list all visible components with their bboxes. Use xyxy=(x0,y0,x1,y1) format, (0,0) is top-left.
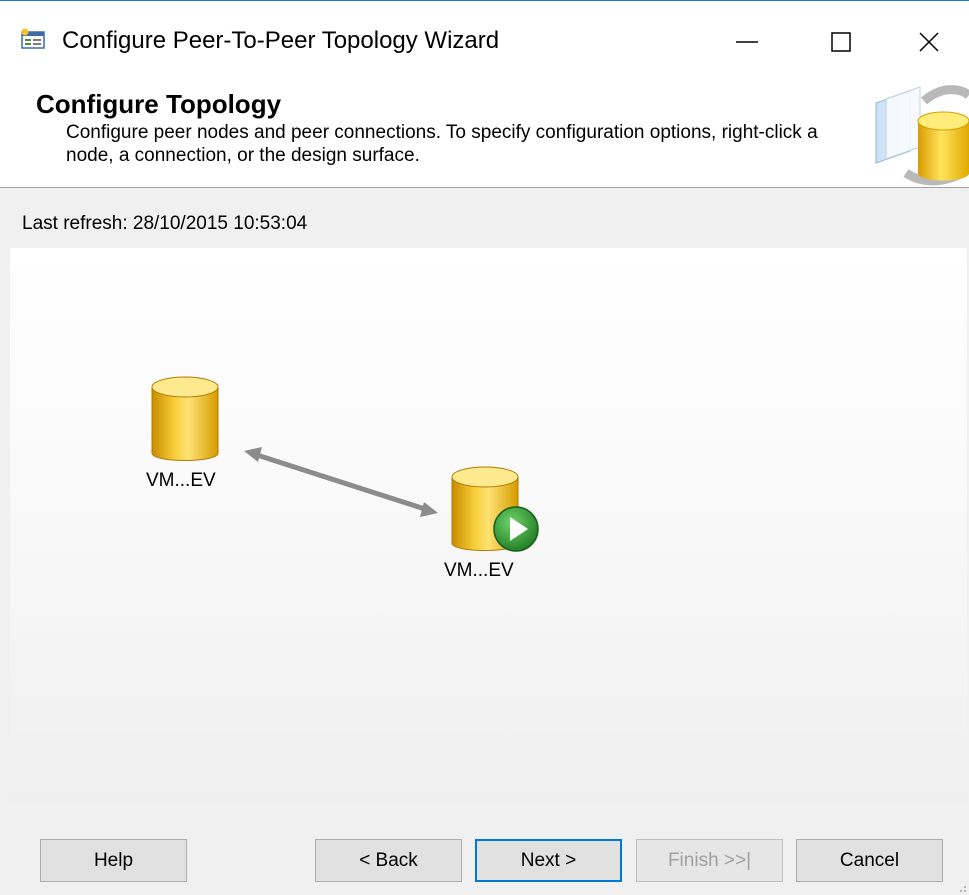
next-button[interactable]: Next > xyxy=(475,839,622,882)
database-icon xyxy=(151,376,219,461)
last-refresh-label: Last refresh: 28/10/2015 10:53:04 xyxy=(22,213,308,234)
resize-grip-icon[interactable] xyxy=(953,879,967,893)
title-bar[interactable]: Configure Peer-To-Peer Topology Wizard xyxy=(0,1,969,81)
wizard-header: Configure Topology Configure peer nodes … xyxy=(0,81,969,188)
close-button[interactable] xyxy=(900,17,958,67)
maximize-icon xyxy=(831,32,851,52)
peer-node-1-label: VM...EV xyxy=(146,470,216,491)
help-button[interactable]: Help xyxy=(40,839,187,882)
topology-design-surface[interactable]: VM...EV VM...EV xyxy=(10,248,967,805)
minimize-button[interactable] xyxy=(718,17,776,67)
play-icon xyxy=(493,506,539,552)
replication-banner-icon xyxy=(875,85,969,186)
peer-node-2-label: VM...EV xyxy=(444,560,514,581)
wizard-window: Configure Peer-To-Peer Topology Wizard C… xyxy=(0,0,969,895)
minimize-icon xyxy=(736,41,758,43)
cancel-button[interactable]: Cancel xyxy=(796,839,943,882)
finish-button[interactable]: Finish >>| xyxy=(636,839,783,882)
page-title: Configure Topology xyxy=(36,89,282,119)
close-icon xyxy=(919,32,939,52)
page-description: Configure peer nodes and peer connection… xyxy=(66,122,818,166)
peer-node-1[interactable]: VM...EV xyxy=(140,373,230,498)
back-button[interactable]: < Back xyxy=(315,839,462,882)
peer-node-2[interactable]: VM...EV xyxy=(440,463,550,588)
window-title: Configure Peer-To-Peer Topology Wizard xyxy=(62,27,500,54)
wizard-app-icon xyxy=(21,28,45,49)
maximize-button[interactable] xyxy=(812,17,870,67)
